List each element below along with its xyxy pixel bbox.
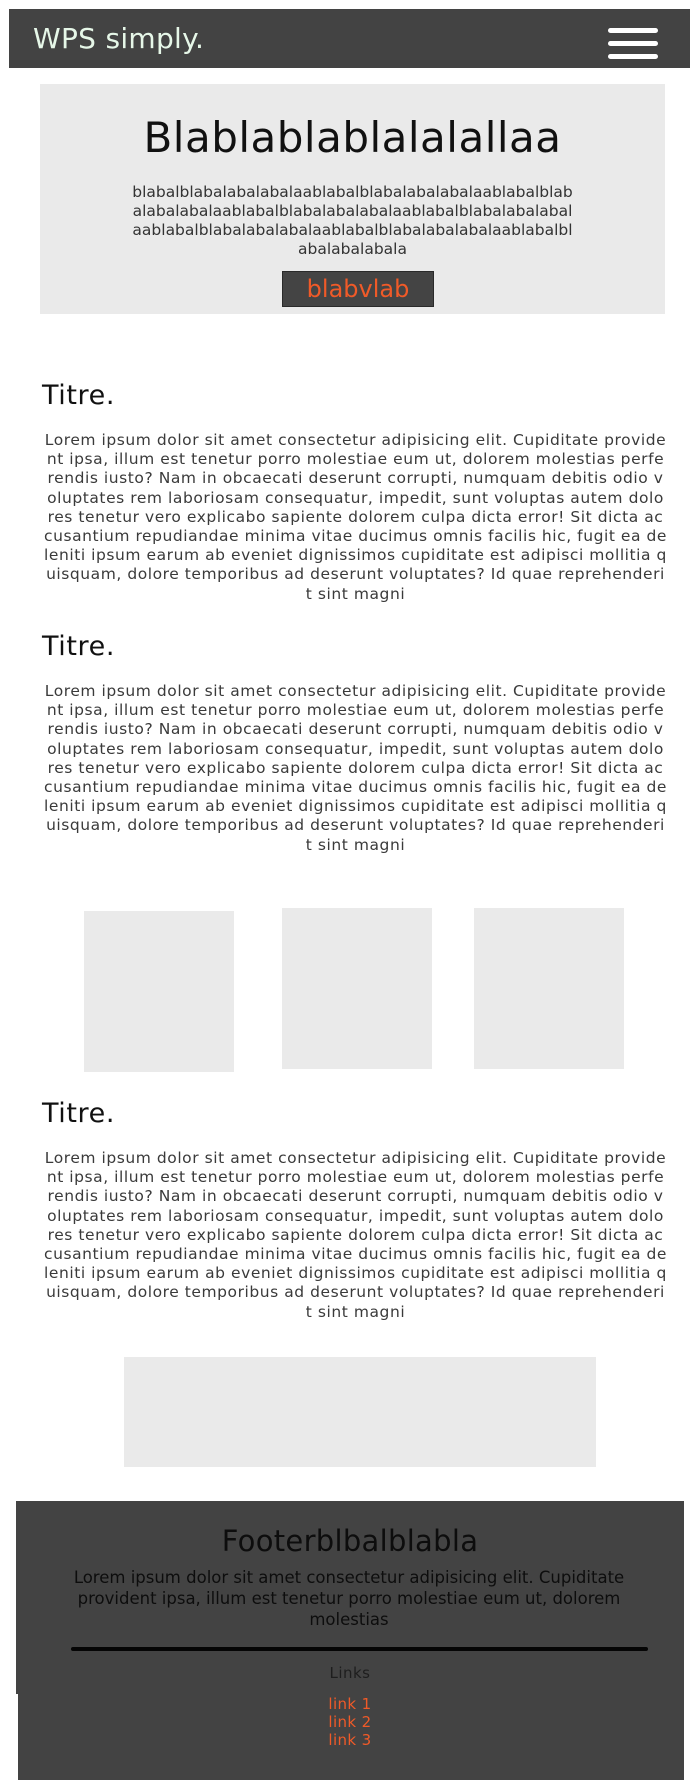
- menu-bar: [608, 54, 658, 59]
- footer-link-3[interactable]: link 3: [328, 1731, 371, 1749]
- page: WPS simply. Blablablablalalallaa blabalb…: [0, 0, 700, 1780]
- section-title: Titre.: [42, 1098, 116, 1129]
- menu-bar: [608, 28, 658, 33]
- section-text: Lorem ipsum dolor sit amet consectetur a…: [44, 682, 668, 854]
- gallery-image-placeholder: [282, 908, 432, 1069]
- footer-links-list: link 1 link 2 link 3: [16, 1695, 684, 1749]
- footer-link-item: link 1: [16, 1695, 684, 1713]
- section-title: Titre.: [42, 380, 116, 411]
- footer-link-item: link 3: [16, 1731, 684, 1749]
- gallery-image-placeholder: [84, 911, 234, 1072]
- footer-title: Footerblbalblabla: [221, 1524, 479, 1558]
- brand-logo-text[interactable]: WPS simply.: [33, 22, 204, 55]
- hero-text: blabalblabalabalabalaablabalblabalabalab…: [132, 183, 573, 258]
- hero-cta-button[interactable]: blabvlab: [282, 271, 434, 307]
- hero-title: Blablablablalalallaa: [143, 113, 562, 162]
- footer-link-1[interactable]: link 1: [328, 1695, 371, 1713]
- hero-section: Blablablablalalallaa blabalblabalabalaba…: [40, 84, 665, 314]
- footer-links-heading: Links: [329, 1664, 371, 1682]
- section-text: Lorem ipsum dolor sit amet consectetur a…: [44, 1149, 668, 1321]
- footer-link-2[interactable]: link 2: [328, 1713, 371, 1731]
- banner-image-placeholder: [124, 1357, 596, 1467]
- menu-bar: [608, 41, 658, 46]
- footer-link-item: link 2: [16, 1713, 684, 1731]
- section-text: Lorem ipsum dolor sit amet consectetur a…: [44, 431, 668, 603]
- footer-text: Lorem ipsum dolor sit amet consectetur a…: [73, 1568, 625, 1629]
- footer-divider: [71, 1647, 648, 1651]
- gallery-image-placeholder: [474, 908, 624, 1069]
- hamburger-menu-icon[interactable]: [606, 19, 660, 59]
- navbar: WPS simply.: [9, 9, 690, 68]
- section-title: Titre.: [42, 631, 116, 662]
